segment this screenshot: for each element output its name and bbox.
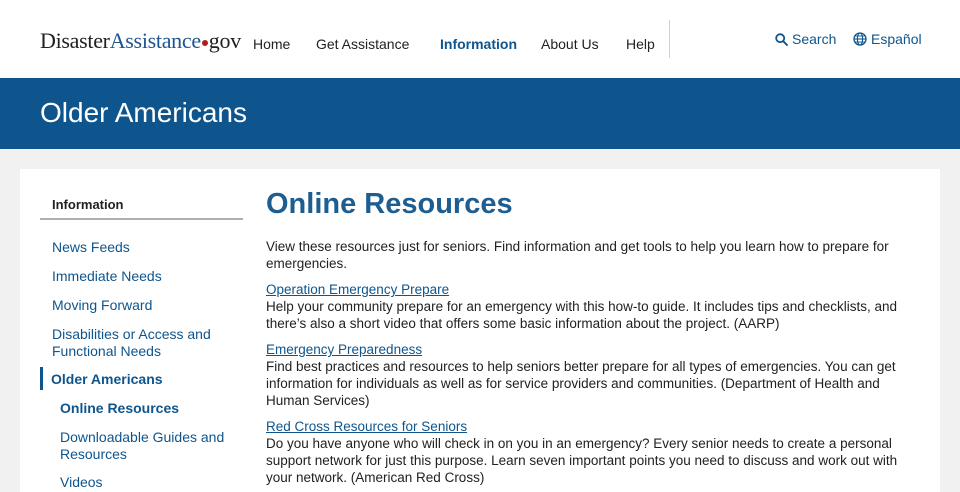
- sidebar-item-older-americans[interactable]: Older Americans: [51, 371, 231, 388]
- nav-get-assistance[interactable]: Get Assistance: [316, 36, 409, 52]
- logo-text-disaster: Disaster: [40, 28, 110, 53]
- resource-description: Find best practices and resources to hel…: [266, 359, 896, 408]
- page-title: Older Americans: [40, 97, 247, 128]
- page-banner: Older Americans: [0, 78, 960, 149]
- sidebar-item-downloadable-guides[interactable]: Downloadable Guides and Resources: [60, 429, 235, 463]
- nav-home[interactable]: Home: [253, 36, 290, 52]
- sidebar-item-immediate-needs[interactable]: Immediate Needs: [52, 268, 232, 285]
- sidebar-item-disabilities[interactable]: Disabilities or Access and Functional Ne…: [52, 326, 232, 360]
- sidebar-item-online-resources[interactable]: Online Resources: [60, 400, 240, 417]
- sidebar-heading: Information: [52, 197, 124, 212]
- search-icon: [775, 32, 788, 46]
- sidebar-item-videos[interactable]: Videos: [60, 474, 240, 491]
- site-header: DisasterAssistance gov Home Get Assistanc…: [0, 0, 960, 78]
- nav-about-us[interactable]: About Us: [541, 36, 599, 52]
- logo-text-assistance: Assistance: [109, 28, 201, 53]
- sidebar-item-news-feeds[interactable]: News Feeds: [52, 239, 232, 256]
- search-button[interactable]: Search: [775, 31, 836, 47]
- sidebar-divider: [40, 218, 243, 220]
- nav-help[interactable]: Help: [626, 36, 655, 52]
- nav-information[interactable]: Information: [440, 36, 517, 52]
- intro-text: View these resources just for seniors. F…: [266, 239, 889, 271]
- resource-description: Do you have anyone who will check in on …: [266, 436, 898, 485]
- logo-dot-icon: [201, 40, 208, 46]
- sidebar-item-moving-forward[interactable]: Moving Forward: [52, 297, 232, 314]
- logo-text-gov: gov: [208, 28, 241, 53]
- sidebar-current-indicator: [40, 367, 43, 390]
- language-toggle[interactable]: Español: [853, 31, 922, 47]
- resource-link-operation-emergency-prepare[interactable]: Operation Emergency Prepare: [266, 281, 449, 298]
- resource-link-emergency-preparedness[interactable]: Emergency Preparedness: [266, 341, 422, 358]
- nav-divider: [669, 20, 670, 58]
- section-title: Online Resources: [266, 188, 513, 220]
- globe-icon: [853, 32, 867, 46]
- resource-link-red-cross[interactable]: Red Cross Resources for Seniors: [266, 418, 467, 435]
- site-logo[interactable]: DisasterAssistance gov: [40, 28, 241, 54]
- language-label: Español: [871, 31, 922, 47]
- search-label: Search: [792, 31, 837, 47]
- resource-description: Help your community prepare for an emerg…: [266, 299, 898, 331]
